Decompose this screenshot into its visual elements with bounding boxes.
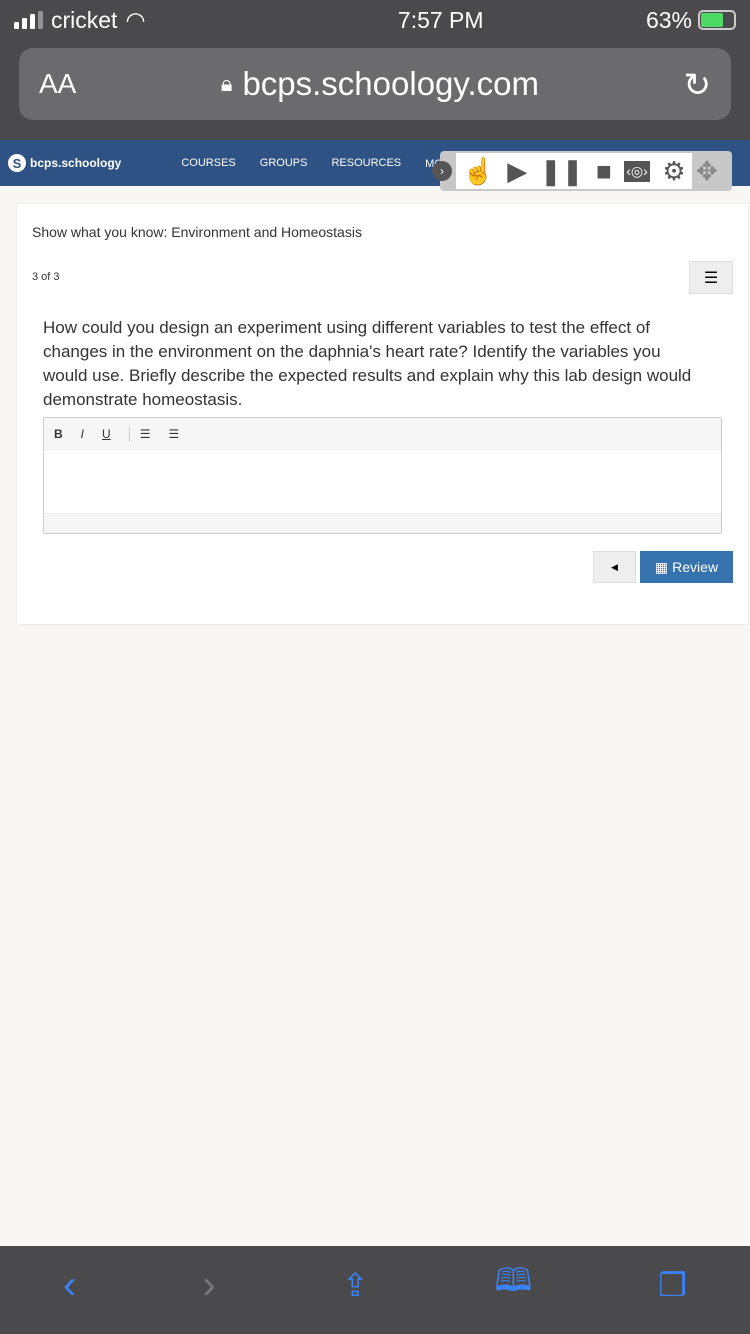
previous-button[interactable]: ◀ [593, 551, 636, 583]
bold-button[interactable]: B [54, 427, 63, 441]
review-button[interactable]: ▦ Review [640, 551, 733, 583]
reload-icon[interactable]: ↻ [683, 65, 711, 104]
pause-icon[interactable]: ❚❚ [540, 156, 584, 187]
screen-mask-icon[interactable]: ‹◎› [624, 160, 650, 182]
play-icon[interactable]: ▶ [507, 156, 527, 187]
share-icon[interactable]: ⇪ [342, 1266, 369, 1304]
bullet-list-icon[interactable]: ☰ [128, 426, 150, 441]
text-size-button[interactable]: AA [39, 68, 76, 100]
gear-icon[interactable]: ⚙ [662, 156, 685, 187]
caret-left-icon: ◀ [611, 561, 618, 572]
ios-browser-chrome: cricket ◠ 7:57 PM 63% AA 🔒︎ bcps.schoolog… [0, 0, 750, 140]
nav-resources[interactable]: RESOURCES [331, 157, 401, 169]
question-text: How could you design an experiment using… [43, 318, 692, 409]
italic-button[interactable]: I [81, 427, 84, 441]
bookmarks-icon[interactable]: 🕮︎ [495, 1258, 533, 1312]
editor-footer [44, 513, 721, 533]
nav-courses[interactable]: COURSES [181, 157, 235, 169]
back-icon[interactable]: ‹ [63, 1263, 76, 1308]
battery-percent: 63% [645, 6, 692, 33]
forward-icon[interactable]: › [202, 1263, 215, 1308]
editor-toolbar: B I U ☰ ☰ [44, 418, 721, 450]
logo[interactable]: Sbcps.schoology [8, 154, 145, 172]
calendar-icon: ▦ [654, 558, 669, 575]
question-list-button[interactable]: ☰ [689, 261, 733, 294]
nav-groups[interactable]: GROUPS [260, 157, 308, 169]
safari-toolbar: ‹ › ⇪ 🕮︎ ❐ [0, 1246, 750, 1334]
question-counter: 3 of 3 [32, 271, 60, 283]
status-bar: cricket ◠ 7:57 PM 63% [0, 0, 750, 40]
answer-editor: B I U ☰ ☰ [43, 417, 722, 534]
collapse-icon[interactable]: › [432, 161, 452, 181]
pointer-icon[interactable]: ☝ [462, 156, 494, 187]
address-bar[interactable]: AA 🔒︎ bcps.schoology.com ↻ [19, 48, 731, 120]
page-title: Show what you know: Environment and Home… [32, 224, 362, 240]
url-text: bcps.schoology.com [242, 65, 539, 102]
stop-icon[interactable]: ■ [596, 156, 612, 187]
answer-input[interactable] [44, 450, 721, 513]
lock-icon: 🔒︎ [220, 71, 233, 96]
numbered-list-icon[interactable]: ☰ [168, 427, 179, 441]
wifi-icon: ◠ [125, 6, 146, 33]
move-icon[interactable]: ✥ [696, 156, 718, 187]
read-aloud-toolbar: › ☝ ▶ ❚❚ ■ ‹◎› ⚙ ✥ [432, 151, 732, 191]
underline-button[interactable]: U [102, 427, 111, 441]
signal-icon [14, 11, 43, 29]
time: 7:57 PM [397, 6, 484, 33]
battery-icon [697, 10, 736, 30]
list-icon: ☰ [703, 269, 719, 287]
tabs-icon[interactable]: ❐ [658, 1266, 687, 1304]
assessment-card: Show what you know: Environment and Home… [17, 204, 748, 624]
carrier: cricket [51, 6, 118, 33]
